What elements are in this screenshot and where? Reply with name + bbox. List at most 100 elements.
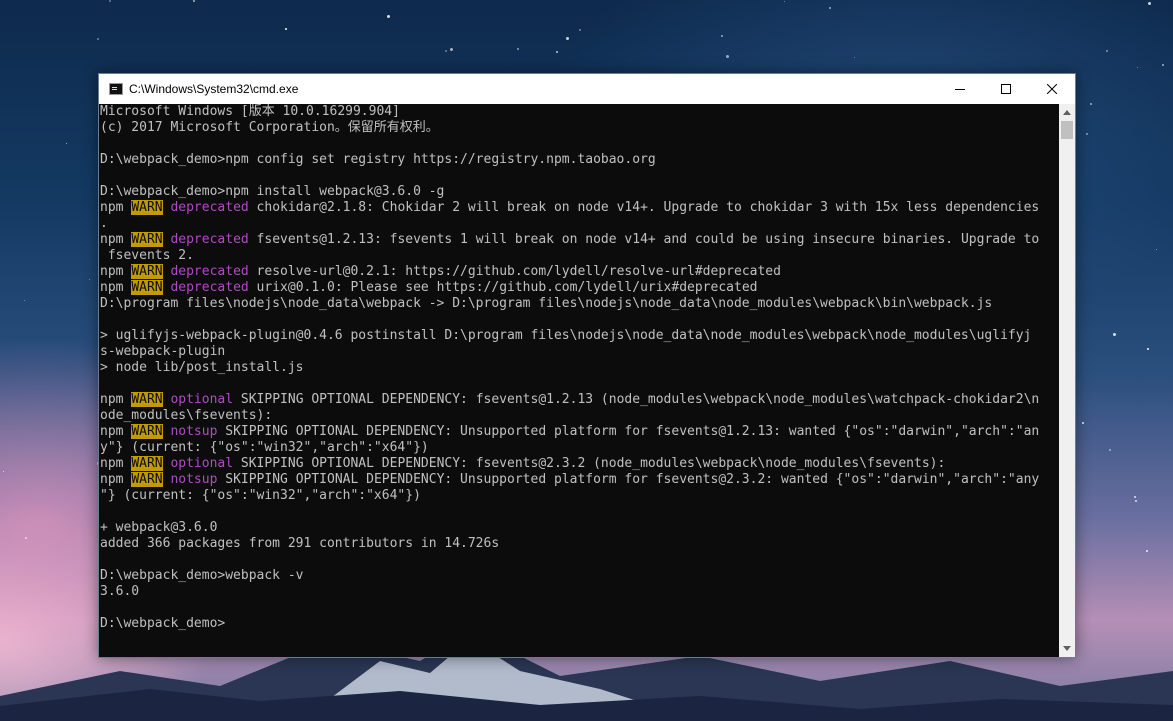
star bbox=[579, 29, 581, 31]
maximize-icon bbox=[1001, 84, 1011, 94]
star bbox=[445, 50, 447, 52]
console-line: fsevents 2. bbox=[100, 248, 1059, 264]
star bbox=[387, 15, 390, 18]
console-line: . bbox=[100, 216, 1059, 232]
npm-log-keyword: deprecated bbox=[170, 200, 249, 215]
console-text: SKIPPING OPTIONAL DEPENDENCY: Unsupporte… bbox=[217, 424, 1040, 439]
warn-badge: WARN bbox=[131, 472, 163, 487]
console-line: 3.6.0 bbox=[100, 584, 1059, 600]
console-text: npm bbox=[100, 264, 132, 279]
star bbox=[89, 279, 90, 280]
console-text: resolve-url@0.2.1: https://github.com/ly… bbox=[248, 264, 781, 279]
console-text: npm bbox=[100, 472, 132, 487]
title-bar[interactable]: C:\Windows\System32\cmd.exe bbox=[99, 74, 1075, 104]
npm-log-keyword: deprecated bbox=[170, 264, 249, 279]
console-line: npm WARN deprecated resolve-url@0.2.1: h… bbox=[100, 264, 1059, 280]
console-line: ode_modules\fsevents): bbox=[100, 408, 1059, 424]
console-line: > node lib/post_install.js bbox=[100, 360, 1059, 376]
star bbox=[1146, 550, 1148, 552]
console-line: added 366 packages from 291 contributors… bbox=[100, 536, 1059, 552]
star bbox=[829, 7, 831, 9]
star bbox=[1148, 2, 1151, 5]
console-text: D:\webpack_demo>npm install webpack@3.6.… bbox=[100, 184, 445, 199]
star bbox=[109, 0, 111, 2]
console-text: added 366 packages from 291 contributors… bbox=[100, 536, 500, 551]
star bbox=[1147, 348, 1149, 350]
star bbox=[1113, 333, 1116, 336]
close-icon bbox=[1047, 84, 1057, 94]
star bbox=[784, 1, 785, 2]
warn-badge: WARN bbox=[131, 264, 163, 279]
console-text: npm bbox=[100, 392, 132, 407]
console-text: fsevents 2. bbox=[100, 248, 194, 263]
npm-log-keyword: optional bbox=[170, 392, 234, 407]
star bbox=[450, 48, 453, 51]
console-text: Microsoft Windows [版本 10.0.16299.904] bbox=[100, 104, 400, 119]
star bbox=[1156, 249, 1157, 250]
cmd-window: C:\Windows\System32\cmd.exe Microsoft Wi… bbox=[98, 73, 1076, 658]
console-text: npm bbox=[100, 200, 132, 215]
console-line: > uglifyjs-webpack-plugin@0.4.6 postinst… bbox=[100, 328, 1059, 344]
console-text: ode_modules\fsevents): bbox=[100, 408, 273, 423]
console-line: D:\webpack_demo>webpack -v bbox=[100, 568, 1059, 584]
console-text: npm bbox=[100, 232, 132, 247]
chevron-up-icon bbox=[1063, 110, 1071, 115]
maximize-button[interactable] bbox=[983, 74, 1029, 104]
star bbox=[1137, 67, 1138, 68]
console-text: > uglifyjs-webpack-plugin@0.4.6 postinst… bbox=[100, 328, 1032, 343]
console-text: npm bbox=[100, 280, 132, 295]
npm-log-keyword: deprecated bbox=[170, 280, 249, 295]
warn-badge: WARN bbox=[131, 280, 163, 295]
chevron-down-icon bbox=[1063, 646, 1071, 651]
star bbox=[517, 48, 519, 50]
star bbox=[556, 51, 558, 53]
star bbox=[1082, 422, 1084, 424]
console-text: D:\webpack_demo>webpack -v bbox=[100, 568, 304, 583]
window-controls bbox=[937, 74, 1075, 104]
console-line: npm WARN deprecated urix@0.1.0: Please s… bbox=[100, 280, 1059, 296]
console-text: 3.6.0 bbox=[100, 584, 140, 599]
console-app-icon[interactable] bbox=[109, 83, 123, 95]
console-output[interactable]: Microsoft Windows [版本 10.0.16299.904] (c)… bbox=[99, 104, 1059, 657]
console-line: D:\webpack_demo> bbox=[100, 616, 1059, 632]
console-text: chokidar@2.1.8: Chokidar 2 will break on… bbox=[248, 200, 1040, 215]
scroll-thumb[interactable] bbox=[1061, 121, 1073, 139]
console-text: (c) 2017 Microsoft Corporation。保留所有权利。 bbox=[100, 120, 439, 135]
star bbox=[1090, 103, 1092, 105]
vertical-scrollbar[interactable] bbox=[1059, 104, 1075, 657]
star bbox=[726, 55, 729, 58]
scroll-up-button[interactable] bbox=[1059, 104, 1075, 121]
console-text: D:\webpack_demo>npm config set registry … bbox=[100, 152, 656, 167]
console-text: npm bbox=[100, 424, 132, 439]
console-line: Microsoft Windows [版本 10.0.16299.904] bbox=[100, 104, 1059, 120]
console-text: npm bbox=[100, 456, 132, 471]
console-text: + webpack@3.6.0 bbox=[100, 520, 218, 535]
star bbox=[1134, 496, 1136, 498]
star bbox=[854, 57, 855, 58]
console-line: + webpack@3.6.0 bbox=[100, 520, 1059, 536]
minimize-icon bbox=[955, 89, 965, 90]
minimize-button[interactable] bbox=[937, 74, 983, 104]
console-line: y"} (current: {"os":"win32","arch":"x64"… bbox=[100, 440, 1059, 456]
close-button[interactable] bbox=[1029, 74, 1075, 104]
star bbox=[566, 37, 569, 40]
star bbox=[97, 38, 99, 40]
console-text: s-webpack-plugin bbox=[100, 344, 226, 359]
scroll-down-button[interactable] bbox=[1059, 640, 1075, 657]
console-line: npm WARN deprecated chokidar@2.1.8: Chok… bbox=[100, 200, 1059, 216]
star bbox=[721, 35, 723, 37]
star bbox=[25, 537, 27, 539]
console-text: . bbox=[100, 216, 108, 231]
console-text: urix@0.1.0: Please see https://github.co… bbox=[248, 280, 758, 295]
warn-badge: WARN bbox=[131, 456, 163, 471]
warn-badge: WARN bbox=[131, 200, 163, 215]
console-line: "} (current: {"os":"win32","arch":"x64"}… bbox=[100, 488, 1059, 504]
console-text: SKIPPING OPTIONAL DEPENDENCY: fsevents@1… bbox=[233, 392, 1040, 407]
npm-log-keyword: deprecated bbox=[170, 232, 249, 247]
